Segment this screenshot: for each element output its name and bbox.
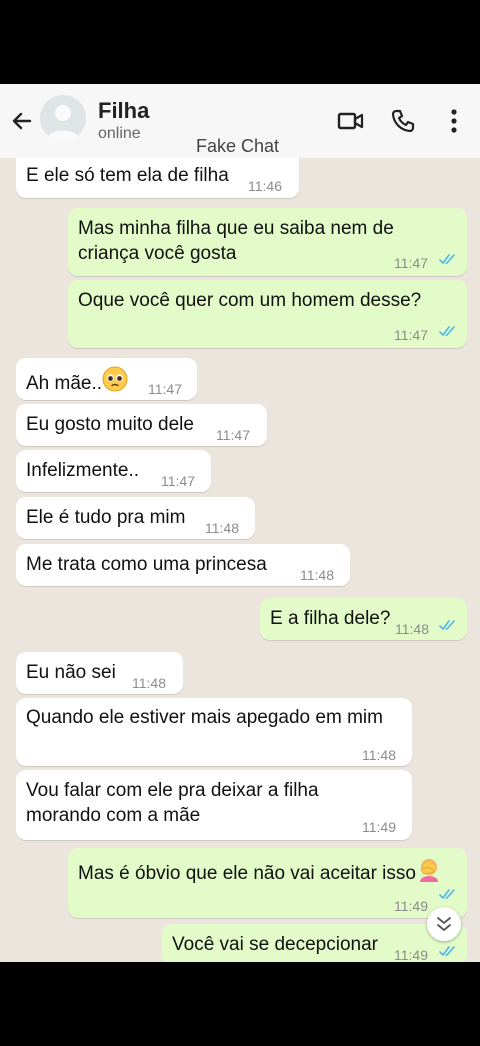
message-text: E a filha dele? [270, 608, 391, 629]
message-time: 11:48 [205, 520, 239, 536]
message-list: E ele só tem ela de filha 11:46 Mas minh… [0, 158, 480, 962]
message-time: 11:48 [132, 675, 166, 691]
message-outgoing[interactable]: Oque você quer com um homem desse? 11:47 [68, 280, 467, 348]
message-text: Eu não sei [26, 662, 116, 683]
message-text-line-2: morando com a mãe [26, 805, 201, 826]
read-ticks-icon [439, 620, 455, 630]
message-incoming[interactable]: Infelizmente.. 11:47 [16, 450, 211, 492]
back-arrow-icon[interactable] [8, 107, 36, 135]
message-text: Quando ele estiver mais apegado em mim [26, 707, 383, 728]
default-avatar-icon [46, 105, 80, 141]
message-time: 11:49 [394, 947, 428, 962]
read-ticks-icon [439, 946, 455, 956]
double-chevron-down-icon [437, 917, 451, 931]
message-incoming[interactable]: Vou falar com ele pra deixar a filha mor… [16, 770, 412, 840]
message-incoming[interactable]: Ele é tudo pra mim 11:48 [16, 497, 255, 539]
message-time: 11:46 [248, 178, 282, 194]
message-time: 11:49 [394, 898, 428, 914]
message-text: Me trata como uma princesa [26, 554, 267, 575]
message-text: Infelizmente.. [26, 460, 139, 481]
message-text: Eu gosto muito dele [26, 414, 194, 435]
message-text-content: Ah mãe.. [26, 373, 103, 394]
message-outgoing[interactable]: Mas é óbvio que ele não vai aceitar isso… [68, 848, 467, 918]
message-incoming[interactable]: Me trata como uma princesa 11:48 [16, 544, 350, 586]
message-time: 11:47 [394, 327, 428, 343]
message-outgoing[interactable]: Você vai se decepcionar 11:49 [162, 924, 467, 962]
message-incoming[interactable]: Quando ele estiver mais apegado em mim 1… [16, 698, 412, 766]
fake-chat-watermark: Fake Chat [196, 136, 280, 156]
scroll-to-bottom-button[interactable] [427, 907, 461, 941]
message-text-line-1: Mas minha filha que eu saiba nem de [78, 218, 394, 239]
message-incoming[interactable]: Eu não sei 11:48 [16, 652, 183, 694]
message-text: E ele só tem ela de filha [26, 165, 229, 186]
message-incoming[interactable]: E ele só tem ela de filha 11:46 [16, 158, 299, 198]
message-text: Ah mãe.. [26, 366, 128, 396]
message-text-line-2: criança você gosta [78, 243, 237, 264]
phone-icon[interactable] [388, 106, 418, 136]
read-ticks-icon [439, 889, 455, 899]
message-incoming[interactable]: Eu gosto muito dele 11:47 [16, 404, 267, 446]
message-time: 11:47 [394, 255, 428, 271]
contact-name[interactable]: Filha [98, 98, 149, 124]
pleading-face-emoji-icon [102, 366, 128, 392]
message-text: Mas é óbvio que ele não vai aceitar isso [78, 856, 442, 886]
message-time: 11:47 [148, 381, 182, 397]
chat-screen: Filha online Fake Chat E ele só tem ela … [0, 84, 480, 962]
read-ticks-icon [439, 254, 455, 264]
message-text: Você vai se decepcionar [172, 934, 378, 955]
message-time: 11:48 [395, 621, 429, 637]
woman-facepalming-emoji-icon [419, 859, 438, 882]
message-text-content: Mas é óbvio que ele não vai aceitar isso [78, 863, 416, 884]
message-text-line-1: Vou falar com ele pra deixar a filha [26, 780, 319, 801]
message-text: Ele é tudo pra mim [26, 507, 186, 528]
avatar[interactable] [40, 95, 86, 141]
message-time: 11:49 [362, 819, 396, 835]
message-text: Oque você quer com um homem desse? [78, 290, 422, 311]
message-outgoing[interactable]: Mas minha filha que eu saiba nem de cria… [68, 208, 467, 276]
read-ticks-icon [439, 326, 455, 336]
message-time: 11:48 [300, 567, 334, 583]
chat-header: Filha online Fake Chat [0, 84, 480, 158]
message-outgoing[interactable]: E a filha dele? 11:48 [260, 598, 467, 640]
contact-status: online [98, 125, 141, 142]
message-time: 11:48 [362, 747, 396, 763]
message-time: 11:47 [216, 427, 250, 443]
video-call-icon[interactable] [336, 106, 366, 136]
more-options-icon[interactable] [440, 106, 470, 136]
message-incoming[interactable]: Ah mãe.. 11:47 [16, 358, 197, 400]
message-time: 11:47 [161, 473, 195, 489]
